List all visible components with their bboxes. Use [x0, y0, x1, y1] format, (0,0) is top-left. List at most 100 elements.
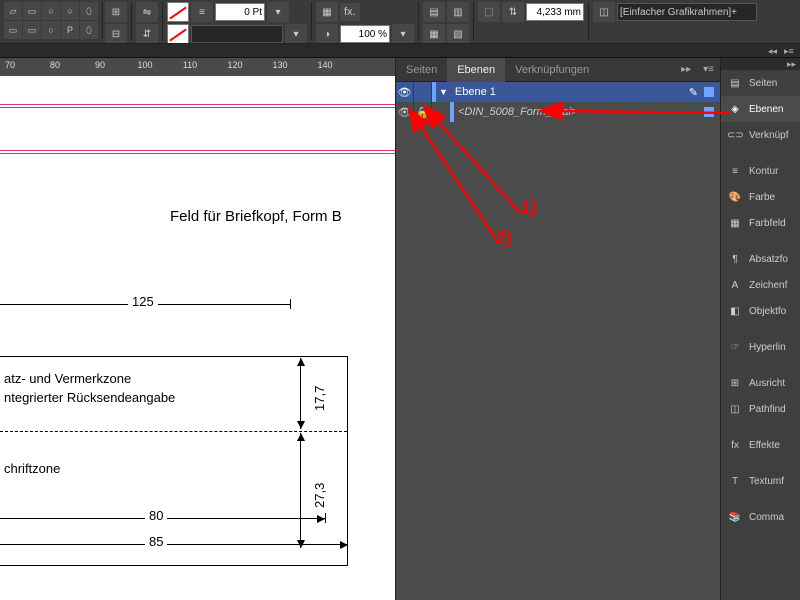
fx-button[interactable]: fx. — [340, 3, 360, 21]
tab-ebenen[interactable]: Ebenen — [447, 58, 505, 82]
dock-farbfeld-icon: ▦ — [727, 218, 743, 229]
top-toolbar: ▱▭○○⬯ ▭▭○P⬯ ⊞ ⊟ ⇋ ⇵ ≡ ▾ ▾ ▦ fx. ◑ — [0, 0, 800, 44]
reference-point-grid[interactable]: ▱▭○○⬯ ▭▭○P⬯ — [4, 2, 103, 39]
dock-item-hyperlin[interactable]: ☞Hyperlin — [721, 334, 800, 360]
dock-item-label: Verknüpf — [749, 130, 788, 141]
dock-textumf-icon: T — [727, 476, 743, 487]
dock-menu-icon[interactable]: ▸≡ — [784, 46, 794, 56]
dock-ebenen-icon: ◈ — [727, 104, 743, 115]
dock-collapse-icon[interactable]: ◂◂ — [768, 46, 778, 56]
dock-item-absatzfo[interactable]: ¶ Absatzfo — [721, 246, 800, 272]
panel-collapse-icon[interactable]: ▸▸ — [675, 64, 697, 75]
zone2: chriftzone — [4, 461, 60, 476]
tab-seiten[interactable]: Seiten — [396, 58, 447, 82]
stroke-weight-icon: ≡ — [191, 2, 213, 22]
dock-item-ebenen[interactable]: ◈ Ebenen — [721, 96, 800, 122]
zone1-l2: ntegrierter Rücksendeangabe — [4, 390, 175, 405]
dock-item-label: Textumf — [749, 476, 784, 487]
dock-absatzfo-icon: ¶ — [727, 254, 743, 265]
dim-17-7-arrow — [300, 358, 301, 429]
layers-panel: Seiten Ebenen Verknüpfungen ▸▸ ▾≡ 👁 ▼ Eb… — [395, 58, 720, 600]
flip-h-icon[interactable]: ⇋ — [136, 2, 158, 22]
tab-verknuepf[interactable]: Verknüpfungen — [505, 58, 599, 82]
dock-item-label: Kontur — [749, 166, 778, 177]
fill-swatch[interactable] — [167, 2, 189, 22]
doc-heading: Feld für Briefkopf, Form B — [170, 208, 342, 225]
dock-item-textumf[interactable]: T Textumf — [721, 468, 800, 494]
object-style-select[interactable] — [617, 3, 757, 21]
placed-file-name[interactable]: <DIN_5008_Form_B.ai> — [454, 106, 704, 118]
dock-item-label: Ebenen — [749, 104, 783, 115]
panel-menu-icon[interactable]: ▾≡ — [697, 64, 720, 75]
wrap-icon[interactable]: ▤ — [423, 2, 445, 22]
dock-item-farbfeld[interactable]: ▦ Farbfeld — [721, 210, 800, 236]
dock-item-zeichenf[interactable]: A Zeichenf — [721, 272, 800, 298]
dim-85: 85 — [145, 534, 167, 549]
style-icon[interactable]: ◫ — [593, 2, 615, 22]
dim-17-7: 17,7 — [312, 386, 327, 411]
dim-125: 125 — [128, 294, 158, 309]
dock-expand-icon[interactable]: ▸▸ — [787, 59, 796, 70]
stepper-icon[interactable]: ▾ — [267, 2, 289, 22]
align-icon[interactable]: ⊞ — [105, 2, 127, 22]
dock-item-label: Zeichenf — [749, 280, 787, 291]
dock-item-farbe[interactable]: 🎨 Farbe — [721, 184, 800, 210]
dock-item-objektfo[interactable]: ◧ Objektfo — [721, 298, 800, 324]
visibility-toggle-icon[interactable]: 👁 — [396, 82, 414, 102]
view-icon[interactable]: ◑ — [316, 24, 338, 44]
dock-item-label: Farbe — [749, 192, 775, 203]
dock-item-comma[interactable]: 📚Comma — [721, 504, 800, 530]
stroke-style-input[interactable] — [191, 25, 283, 43]
dock-item-label: Objektfo — [749, 306, 786, 317]
dock-objektfo-icon: ◧ — [727, 306, 743, 317]
dock-item-kontur[interactable]: ≡Kontur — [721, 158, 800, 184]
dock-farbe-icon: 🎨 — [727, 192, 743, 203]
options-bar: ◂◂ ▸≡ — [0, 44, 800, 58]
wrap4-icon[interactable]: ▧ — [447, 24, 469, 44]
dock-seiten-icon: ▤ — [727, 78, 743, 89]
page: Feld für Briefkopf, Form B 125 atz- und … — [0, 76, 395, 600]
disclosure-icon[interactable]: ▼ — [436, 87, 451, 97]
crop-icon[interactable]: ⬚ — [478, 2, 500, 22]
stroke-swatch[interactable] — [167, 24, 189, 44]
dock-hyperlin-icon: ☞ — [727, 342, 743, 353]
layer-row-placed[interactable]: 👁 🔒 <DIN_5008_Form_B.ai> — [396, 102, 720, 122]
zoom-drop-icon[interactable]: ▾ — [392, 24, 414, 44]
dock-item-label: Farbfeld — [749, 218, 786, 229]
stroke-weight-input[interactable] — [215, 3, 265, 21]
dock-item-verknüpf[interactable]: ⊂⊃ Verknüpf — [721, 122, 800, 148]
stroke-style-drop-icon[interactable]: ▾ — [285, 24, 307, 44]
dock-item-seiten[interactable]: ▤ Seiten — [721, 70, 800, 96]
dock-ausricht-icon: ⊞ — [727, 378, 743, 389]
lock-toggle-icon[interactable] — [414, 82, 432, 102]
layer-row-ebene1[interactable]: 👁 ▼ Ebene 1 ✎ — [396, 82, 720, 102]
dock-item-label: Seiten — [749, 78, 777, 89]
layer-color-swatch[interactable] — [704, 87, 714, 97]
dock-effekte-icon: fx — [727, 440, 743, 451]
wrap2-icon[interactable]: ▥ — [447, 2, 469, 22]
horizontal-ruler: 70 80 90 100 110 120 130 140 — [0, 58, 395, 76]
wrap3-icon[interactable]: ▦ — [423, 24, 445, 44]
dock-item-pathfind[interactable]: ◫Pathfind — [721, 396, 800, 422]
dock-item-label: Effekte — [749, 440, 780, 451]
crop-step-icon[interactable]: ⇅ — [502, 2, 524, 22]
dim-27-3: 27,3 — [312, 483, 327, 508]
dock-zeichenf-icon: A — [727, 280, 743, 291]
panel-tabs: Seiten Ebenen Verknüpfungen ▸▸ ▾≡ — [396, 58, 720, 82]
dock-item-label: Absatzfo — [749, 254, 788, 265]
align2-icon[interactable]: ⊟ — [105, 24, 127, 44]
crop-input[interactable] — [526, 3, 584, 21]
lock-toggle-icon[interactable]: 🔒 — [414, 102, 432, 122]
visibility-toggle-icon[interactable]: 👁 — [396, 102, 414, 122]
dock-item-effekte[interactable]: fx Effekte — [721, 432, 800, 458]
dock-item-ausricht[interactable]: ⊞Ausricht — [721, 370, 800, 396]
dock-verknüpf-icon: ⊂⊃ — [727, 130, 743, 141]
flip-v-icon[interactable]: ⇵ — [136, 24, 158, 44]
zoom-input[interactable] — [340, 25, 390, 43]
document-canvas[interactable]: 70 80 90 100 110 120 130 140 Feld für Br… — [0, 58, 395, 600]
layer-name[interactable]: Ebene 1 — [451, 86, 689, 98]
layer-color-swatch[interactable] — [704, 107, 714, 117]
edit-pen-icon[interactable]: ✎ — [689, 86, 698, 99]
opacity-icon[interactable]: ▦ — [316, 2, 338, 22]
right-dock: ▸▸ ▤ Seiten ◈ Ebenen ⊂⊃ Verknüpf ≡Kontur 🎨 Farbe… — [720, 58, 800, 600]
